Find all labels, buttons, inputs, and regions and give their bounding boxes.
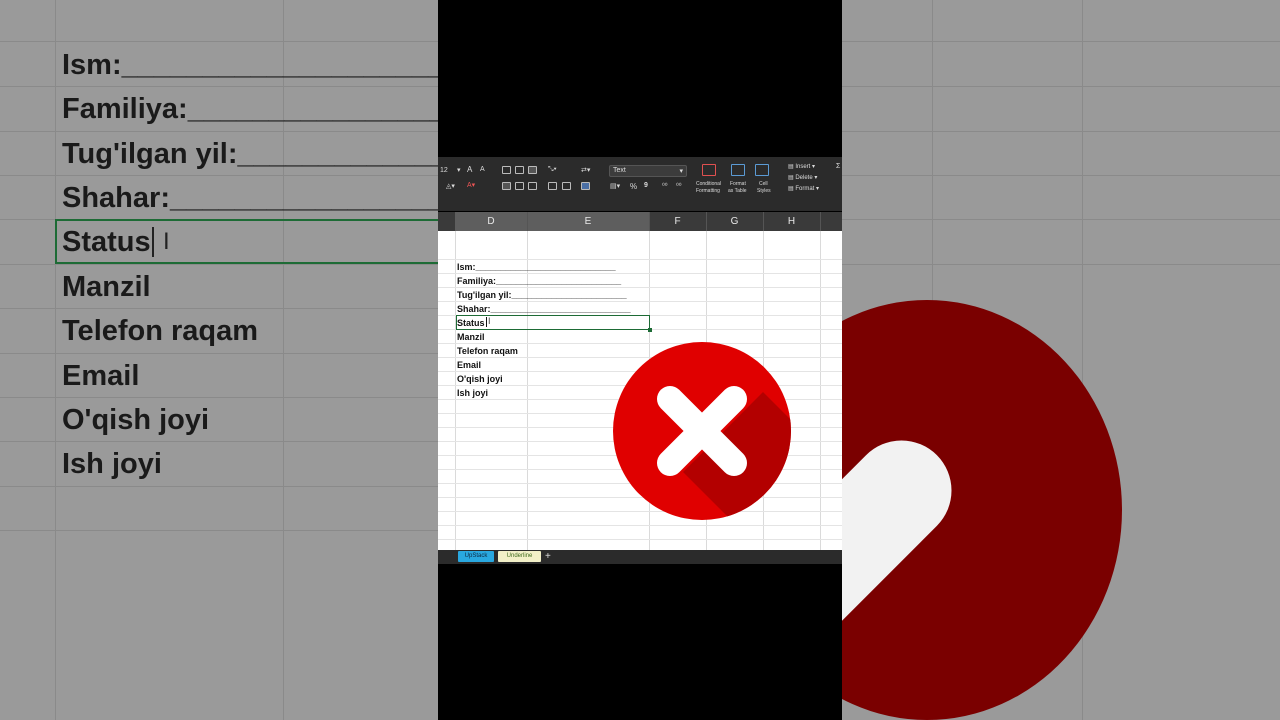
- bg-row-tugilgan-yil: Tug'ilgan yil:_____________: [62, 138, 438, 170]
- cell-status[interactable]: Status: [457, 318, 485, 328]
- align-middle-icon[interactable]: [515, 166, 524, 174]
- ribbon-toolbar: 12 ▾ A A ◬▾ A▾ ⤡▾ ⇄▾ Text ▾ ▤▾ % 9 ⁰⁰ ⁰⁰…: [438, 157, 842, 211]
- excel-window: 12 ▾ A A ◬▾ A▾ ⤡▾ ⇄▾ Text ▾ ▤▾ % 9 ⁰⁰ ⁰⁰…: [438, 0, 842, 720]
- align-center-icon[interactable]: [515, 182, 524, 190]
- format-as-table-label-2[interactable]: as Table: [728, 188, 747, 194]
- bg-row-manzil: Manzil: [62, 271, 151, 303]
- bg-text-caret: [152, 227, 154, 257]
- align-left-icon[interactable]: [502, 182, 511, 190]
- sheet-tab-underline[interactable]: Underline: [498, 551, 541, 562]
- font-size-dropdown-icon[interactable]: ▾: [457, 166, 461, 174]
- fill-handle[interactable]: [648, 328, 652, 332]
- cell-telefon-raqam[interactable]: Telefon raqam: [457, 346, 518, 356]
- bg-row-oqish: O'qish joyi: [62, 404, 210, 436]
- bg-ibeam-cursor-icon: I: [163, 228, 170, 255]
- cell-oqish-joyi[interactable]: O'qish joyi: [457, 374, 503, 384]
- percent-icon[interactable]: %: [630, 182, 637, 191]
- wrap-text-icon[interactable]: ⇄▾: [581, 166, 590, 174]
- insert-label: Insert: [795, 164, 811, 170]
- sheet-tab-upstack[interactable]: UpStack: [458, 551, 494, 562]
- video-frame: Ism:_______________________ Familiya:___…: [0, 0, 1280, 720]
- increase-indent-icon[interactable]: [562, 182, 571, 190]
- cell-tugilgan-yil[interactable]: Tug'ilgan yil:_______________________: [457, 290, 627, 300]
- column-header-g[interactable]: G: [706, 212, 763, 231]
- cell-shahar[interactable]: Shahar:____________________________: [457, 304, 631, 314]
- align-top-icon[interactable]: [502, 166, 511, 174]
- currency-icon[interactable]: ▤▾: [610, 182, 620, 190]
- comma-style-icon[interactable]: 9: [644, 182, 648, 189]
- cell-styles-label-1[interactable]: Cell: [759, 181, 768, 187]
- format-as-table-icon[interactable]: [731, 164, 745, 176]
- orientation-icon[interactable]: ⤡▾: [548, 166, 557, 174]
- delete-button[interactable]: ▤ Delete ▾: [788, 174, 817, 181]
- conditional-formatting-label-1[interactable]: Conditional: [696, 181, 721, 187]
- bg-row-shahar: Shahar:____________________: [62, 182, 438, 214]
- format-button[interactable]: ▤ Format ▾: [788, 185, 819, 192]
- align-bottom-icon[interactable]: [528, 166, 537, 174]
- fill-color-icon[interactable]: ◬▾: [446, 182, 455, 190]
- chevron-down-icon: ▾: [679, 168, 683, 175]
- bg-row-familiya: Familiya:__________________: [62, 93, 438, 125]
- bg-row-ish: Ish joyi: [62, 448, 162, 480]
- add-sheet-button[interactable]: +: [545, 550, 551, 563]
- cell-styles-label-2[interactable]: Styles: [757, 188, 771, 194]
- column-header-e[interactable]: E: [527, 212, 649, 231]
- zoomed-background-left: Ism:_______________________ Familiya:___…: [0, 0, 438, 720]
- cell-familiya[interactable]: Familiya:_________________________: [457, 276, 621, 286]
- x-mark-icon: [613, 342, 791, 520]
- column-header-f[interactable]: F: [649, 212, 706, 231]
- align-right-icon[interactable]: [528, 182, 537, 190]
- font-color-icon[interactable]: A▾: [467, 181, 475, 189]
- cell-ism[interactable]: Ism:____________________________: [457, 262, 616, 272]
- conditional-formatting-icon[interactable]: [702, 164, 716, 176]
- ibeam-cursor-icon: I: [488, 316, 491, 326]
- column-header-bar: D E F G H: [438, 212, 842, 231]
- zoomed-background-right: [842, 0, 1280, 720]
- bg-row-email: Email: [62, 360, 140, 392]
- bg-row-telefon: Telefon raqam: [62, 315, 259, 347]
- increase-decimal-icon[interactable]: ⁰⁰: [662, 182, 668, 190]
- cell-styles-icon[interactable]: [755, 164, 769, 176]
- number-format-select[interactable]: Text ▾: [609, 165, 687, 177]
- bg-row-status: Status: [62, 226, 151, 258]
- insert-button[interactable]: ▤ Insert ▾: [788, 163, 815, 170]
- decrease-indent-icon[interactable]: [548, 182, 557, 190]
- column-header-h[interactable]: H: [763, 212, 820, 231]
- cell-email[interactable]: Email: [457, 360, 481, 370]
- decrease-decimal-icon[interactable]: ⁰⁰: [676, 182, 682, 190]
- decrease-font-icon[interactable]: A: [480, 166, 485, 173]
- merge-center-icon[interactable]: [581, 182, 590, 190]
- format-label: Format: [795, 186, 815, 192]
- number-format-value: Text: [613, 167, 626, 174]
- autosum-icon[interactable]: Σ: [836, 163, 840, 170]
- conditional-formatting-label-2[interactable]: Formatting: [696, 188, 720, 194]
- cell-manzil[interactable]: Manzil: [457, 332, 485, 342]
- font-size-value[interactable]: 12: [440, 167, 448, 174]
- format-as-table-label-1[interactable]: Format: [730, 181, 746, 187]
- delete-label: Delete: [795, 175, 813, 181]
- text-caret: [486, 317, 487, 327]
- increase-font-icon[interactable]: A: [467, 165, 472, 174]
- sheet-tab-bar: UpStack Underline +: [438, 550, 842, 564]
- column-header-d[interactable]: D: [455, 212, 527, 231]
- cell-ish-joyi[interactable]: Ish joyi: [457, 388, 488, 398]
- bg-row-ism: Ism:_______________________: [62, 49, 438, 81]
